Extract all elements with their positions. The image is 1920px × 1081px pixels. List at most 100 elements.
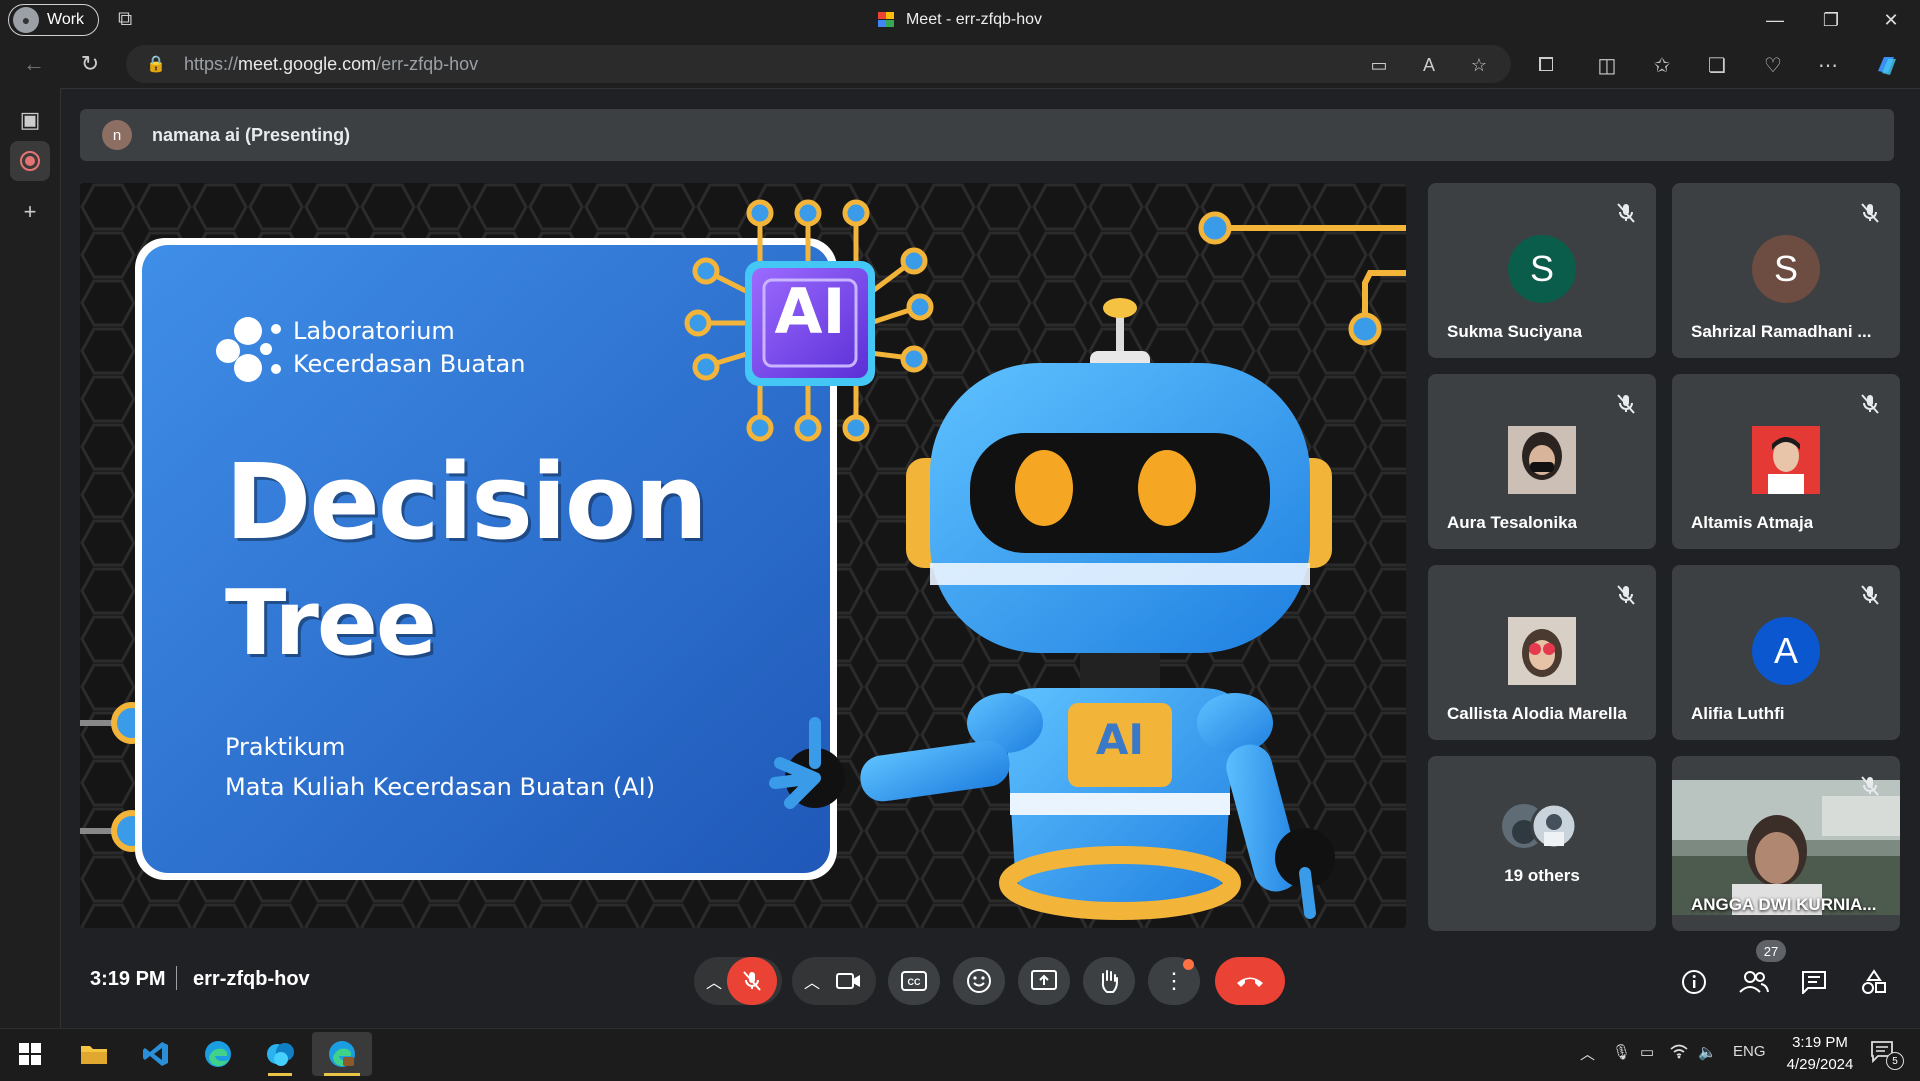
presenting-banner: n namana ai (Presenting) bbox=[80, 109, 1894, 161]
more-menu-icon[interactable]: ⋯ bbox=[1812, 50, 1844, 80]
windows-logo-icon bbox=[19, 1043, 41, 1065]
taskbar-file-explorer[interactable] bbox=[66, 1032, 122, 1076]
volume-icon[interactable]: 🔈 bbox=[1698, 1043, 1717, 1061]
chat-button[interactable] bbox=[1792, 960, 1836, 1004]
meet-tab-recording-icon[interactable] bbox=[10, 141, 50, 181]
slide-subtitle-line2: Mata Kuliah Kecerdasan Buatan (AI) bbox=[225, 773, 656, 801]
raise-hand-button[interactable] bbox=[1083, 957, 1135, 1005]
others-avatar-group bbox=[1500, 802, 1590, 852]
new-tab-plus-icon[interactable]: + bbox=[10, 192, 50, 232]
meeting-details-button[interactable] bbox=[1672, 960, 1716, 1004]
more-options-button[interactable]: ⋮ bbox=[1148, 957, 1200, 1005]
folder-icon bbox=[81, 1046, 107, 1064]
mic-off-icon bbox=[1861, 394, 1879, 414]
mic-off-icon bbox=[1861, 776, 1879, 796]
participant-tile[interactable]: Callista Alodia Marella bbox=[1428, 565, 1656, 740]
participant-name: ANGGA DWI KURNIA... bbox=[1691, 895, 1877, 914]
teal-app-icon bbox=[267, 1043, 294, 1066]
participant-avatar: A bbox=[1752, 617, 1820, 685]
taskbar-app-blue[interactable] bbox=[252, 1032, 308, 1076]
meeting-time: 3:19 PM bbox=[90, 968, 166, 990]
copilot-icon[interactable] bbox=[1870, 50, 1902, 80]
activities-icon bbox=[1862, 969, 1886, 994]
start-button[interactable] bbox=[2, 1032, 58, 1076]
others-tile[interactable]: 19 others bbox=[1428, 756, 1656, 931]
activities-button[interactable] bbox=[1852, 960, 1896, 1004]
participant-tile[interactable]: S Sukma Suciyana bbox=[1428, 183, 1656, 358]
collections-icon[interactable]: ❏ bbox=[1701, 50, 1733, 80]
battery-icon[interactable]: ▭ bbox=[1640, 1043, 1654, 1061]
lab-name-line2: Kecerdasan Buatan bbox=[293, 350, 526, 378]
participant-name: Altamis Atmaja bbox=[1691, 513, 1814, 532]
presenter-avatar: n bbox=[102, 120, 132, 150]
slide-title-line2: Tree bbox=[225, 571, 437, 676]
participant-tile[interactable]: A Alifia Luthfi bbox=[1672, 565, 1900, 740]
extensions-icon[interactable]: ⧠ bbox=[1530, 50, 1562, 80]
mic-off-icon bbox=[1861, 585, 1879, 605]
window-title-text: Meet - err-zfqb-hov bbox=[905, 11, 1043, 28]
participant-tile[interactable]: Altamis Atmaja bbox=[1672, 374, 1900, 549]
captions-icon: CC bbox=[901, 971, 927, 991]
people-icon bbox=[1739, 971, 1769, 993]
mic-toggle-button[interactable] bbox=[727, 957, 777, 1005]
reload-button[interactable]: ↻ bbox=[72, 48, 108, 80]
read-aloud-icon[interactable]: A bbox=[1416, 52, 1442, 78]
taskbar-active-indicator bbox=[268, 1073, 292, 1076]
reactions-button[interactable] bbox=[953, 957, 1005, 1005]
favorites-icon[interactable]: ✩ bbox=[1646, 50, 1678, 80]
microphone-tray-icon[interactable]: 🎙 bbox=[1612, 1043, 1631, 1061]
participant-avatar: S bbox=[1752, 235, 1820, 303]
slide-title-line1: Decision bbox=[225, 441, 708, 563]
favorite-star-icon[interactable]: ☆ bbox=[1466, 52, 1492, 78]
mic-off-icon bbox=[743, 971, 761, 991]
taskbar-vscode[interactable] bbox=[128, 1032, 184, 1076]
taskbar-edge-work-active[interactable] bbox=[312, 1032, 372, 1076]
camera-toggle-button[interactable] bbox=[824, 957, 874, 1005]
browser-essentials-icon[interactable]: ♡ bbox=[1757, 50, 1789, 80]
captions-button[interactable]: CC bbox=[888, 957, 940, 1005]
vscode-icon bbox=[143, 1042, 168, 1066]
participant-tile[interactable]: Aura Tesalonika bbox=[1428, 374, 1656, 549]
participant-video-tile[interactable]: ANGGA DWI KURNIA... bbox=[1672, 756, 1900, 931]
meeting-code: err-zfqb-hov bbox=[193, 968, 310, 990]
audio-settings-chevron-icon[interactable]: ︿ bbox=[699, 957, 729, 1005]
language-indicator[interactable]: ENG bbox=[1733, 1043, 1766, 1060]
lab-name: Laboratorium Kecerdasan Buatan bbox=[293, 315, 525, 381]
back-button[interactable]: ← bbox=[16, 48, 52, 80]
people-count-badge: 27 bbox=[1756, 940, 1786, 962]
presentation-screen: Laboratorium Kecerdasan Buatan AI AI Dec… bbox=[80, 183, 1406, 928]
present-now-button[interactable] bbox=[1018, 957, 1070, 1005]
reload-icon: ↻ bbox=[80, 51, 100, 76]
show-hidden-icons-chevron-icon[interactable]: ︿ bbox=[1580, 1043, 1595, 1064]
people-button[interactable] bbox=[1732, 960, 1776, 1004]
participant-name: Sahrizal Ramadhani ... bbox=[1691, 322, 1872, 341]
restore-button[interactable]: ❐ bbox=[1803, 0, 1859, 40]
taskbar-clock-time[interactable]: 3:19 PM bbox=[1785, 1034, 1855, 1051]
notification-count-badge: 5 bbox=[1886, 1052, 1904, 1070]
participant-avatar: S bbox=[1508, 235, 1576, 303]
tab-icon[interactable]: ▣ bbox=[10, 100, 50, 140]
participant-photo-avatar bbox=[1508, 617, 1576, 685]
wifi-icon[interactable] bbox=[1670, 1043, 1688, 1063]
split-screen-icon[interactable]: ◫ bbox=[1591, 50, 1623, 80]
hand-icon bbox=[1101, 970, 1118, 993]
video-settings-chevron-icon[interactable]: ︿ bbox=[797, 957, 827, 1005]
notifications-button[interactable]: 5 bbox=[1870, 1040, 1904, 1070]
address-bar[interactable]: 🔒 https://meet.google.com/err-zfqb-hov bbox=[126, 45, 1511, 83]
window-title: Meet - err-zfqb-hov bbox=[0, 0, 1920, 40]
lock-icon: 🔒 bbox=[146, 56, 166, 73]
minimize-button[interactable]: — bbox=[1747, 0, 1803, 40]
url-text[interactable]: https://meet.google.com/err-zfqb-hov bbox=[184, 54, 478, 75]
camera-permission-icon[interactable]: ▭ bbox=[1366, 52, 1392, 78]
presenting-label: namana ai (Presenting) bbox=[152, 124, 351, 145]
participant-tile[interactable]: S Sahrizal Ramadhani ... bbox=[1672, 183, 1900, 358]
taskbar-edge[interactable] bbox=[190, 1032, 246, 1076]
leave-call-button[interactable] bbox=[1215, 957, 1285, 1005]
slide-subtitle-line1: Praktikum bbox=[225, 733, 346, 761]
info-icon bbox=[1682, 970, 1706, 994]
mic-off-icon bbox=[1617, 585, 1635, 605]
close-window-button[interactable]: ✕ bbox=[1863, 0, 1919, 40]
participant-photo-avatar bbox=[1752, 426, 1820, 494]
taskbar-clock-date[interactable]: 4/29/2024 bbox=[1775, 1056, 1865, 1073]
svg-text:CC: CC bbox=[908, 977, 921, 987]
